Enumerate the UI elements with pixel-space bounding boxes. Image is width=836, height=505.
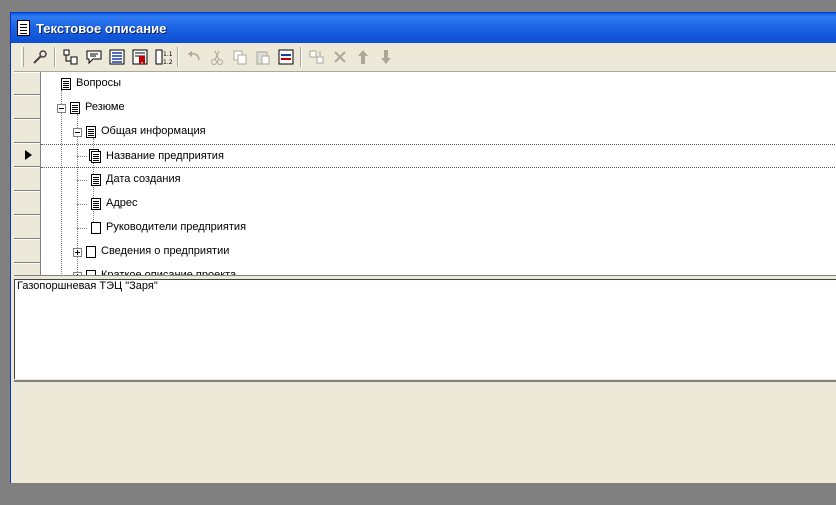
move-up-icon [357,49,368,64]
document-icon [91,151,101,163]
bookmark-red-icon [132,49,147,65]
tree-add-icon [63,49,77,64]
tree-item[interactable]: Сведения о предприятии [41,240,836,264]
tree-item[interactable]: Резюме [41,96,836,120]
current-row-indicator[interactable] [14,143,40,167]
tree-item-label: Общая информация [101,125,206,137]
paste-button [251,46,274,68]
collapse-icon[interactable] [73,128,82,137]
move-up-button [351,46,374,68]
move-down-icon [380,49,391,64]
wrench-button[interactable] [28,46,51,68]
row-indicator-cell[interactable] [14,119,40,143]
move-node-button [305,46,328,68]
tree-item-label: Дата создания [106,173,181,185]
wrench-icon [32,49,47,64]
tree-item-label: Руководители предприятия [106,221,247,233]
move-node-icon [309,50,323,63]
numbering-button[interactable]: 1.1 1.2 [151,46,174,68]
toolbar-separator [300,46,302,67]
window-title: Текстовое описание [36,20,167,36]
toolbar-separator [177,46,179,67]
properties-button[interactable] [274,46,297,68]
row-indicator-column [14,72,41,276]
row-indicator-cell[interactable] [14,95,40,119]
toolbar-grip[interactable] [21,46,24,67]
tree-item[interactable]: Дата создания [41,168,836,192]
tree-add-button[interactable] [59,46,82,68]
tree-item[interactable]: Общая информация [41,120,836,144]
comment-icon [86,50,101,64]
tree-item[interactable]: Адрес [41,192,836,216]
row-indicator-cell[interactable] [14,239,40,263]
document-icon [70,102,80,114]
bottom-panel [14,380,836,483]
document-icon [86,246,96,258]
copy-icon [233,50,246,64]
row-indicator-cell[interactable] [14,191,40,215]
document-icon [91,198,101,210]
delete-icon [333,50,346,63]
document-icon [17,20,30,36]
cut-icon [210,50,223,65]
tree-item[interactable]: Вопросы [41,72,836,96]
title-bar[interactable]: Текстовое описание [11,13,836,43]
comment-button[interactable] [82,46,105,68]
main-window: Текстовое описание 1.1 1.2 Вопросы Резюме О… [10,12,836,483]
toolbar-separator [54,46,56,67]
tree-item-label: Адрес [106,197,138,209]
tree-item-label: Сведения о предприятии [101,245,230,257]
outline-tree[interactable]: Вопросы Резюме Общая информация Название пр… [41,72,836,276]
numbering-icon: 1.11.2 [155,49,172,66]
text-editor[interactable]: Газопоршневая ТЭЦ "Заря" [14,279,836,379]
tree-item-label: Вопросы [76,77,122,89]
svg-text:1.1: 1.1 [163,51,172,58]
toolbar: 1.1 1.2 [11,43,836,70]
svg-text:1.2: 1.2 [163,59,172,66]
tree-item[interactable]: Руководители предприятия [41,216,836,240]
document-icon [86,126,96,138]
copy-button [228,46,251,68]
expand-icon[interactable] [73,248,82,257]
document-icon [91,222,101,234]
collapse-icon[interactable] [57,104,66,113]
properties-icon [278,49,293,64]
row-indicator-cell[interactable] [14,215,40,239]
tree-panel: Вопросы Резюме Общая информация Название пр… [14,71,836,276]
undo-icon [187,50,200,60]
list-view-button[interactable] [105,46,128,68]
tree-item-label: Название предприятия [106,150,224,162]
document-icon [91,174,101,186]
paste-icon [256,51,269,64]
delete-button [328,46,351,68]
row-indicator-cell[interactable] [14,72,40,95]
bookmark-red-button[interactable] [128,46,151,68]
tree-item[interactable]: Название предприятия [41,144,836,168]
row-indicator-cell[interactable] [14,167,40,191]
undo-button [182,46,205,68]
cut-button [205,46,228,68]
list-view-icon [109,49,124,64]
move-down-button [374,46,397,68]
document-icon [61,78,71,90]
tree-item-label: Резюме [85,101,125,113]
